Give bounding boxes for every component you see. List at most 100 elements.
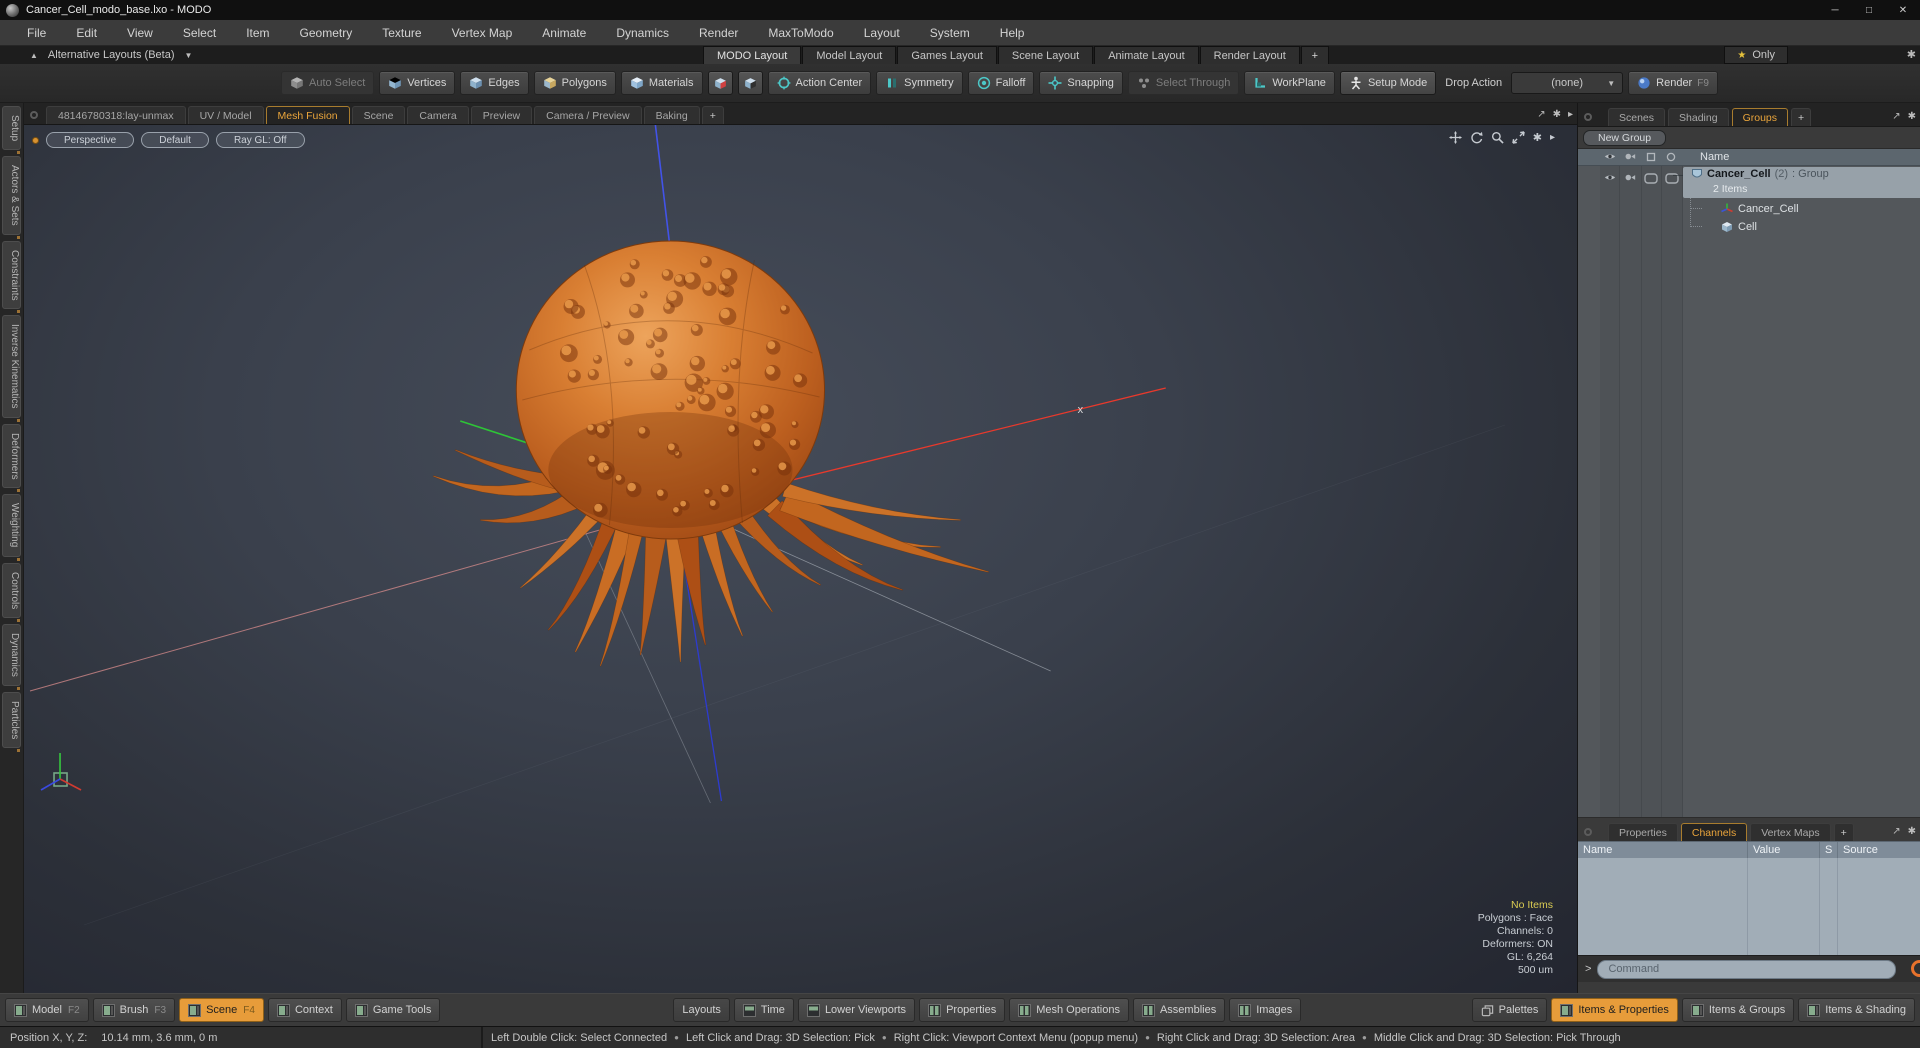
symmetry-button[interactable]: Symmetry — [876, 71, 963, 95]
materials-button[interactable]: Materials — [620, 71, 703, 95]
viewport-3d-canvas[interactable]: x Perspective Default Ray GL: Off ✱ ▸ No… — [24, 125, 1577, 993]
menu-edit[interactable]: Edit — [61, 26, 112, 40]
viewport-tab-preview[interactable]: Preview — [470, 106, 533, 124]
time-toggle-button[interactable]: Time — [733, 998, 794, 1022]
tab-scene-layout[interactable]: Scene Layout — [997, 46, 1094, 64]
minimize-button[interactable]: ─ — [1818, 0, 1852, 20]
drop-action-dropdown[interactable]: (none) ▼ — [1511, 72, 1624, 94]
viewport-menu-icon[interactable]: ▸ — [1550, 132, 1555, 143]
collapse-minus-icon[interactable]: — — [1673, 170, 1683, 181]
lower-viewports-toggle-button[interactable]: Lower Viewports — [797, 998, 916, 1022]
command-history-icon[interactable] — [1911, 960, 1920, 977]
snapping-button[interactable]: Snapping — [1039, 71, 1123, 95]
sidebar-tab-particles[interactable]: Particles — [2, 691, 21, 753]
menu-file[interactable]: File — [12, 26, 61, 40]
falloff-button[interactable]: Falloff — [967, 71, 1035, 95]
new-group-button[interactable]: New Group — [1583, 129, 1667, 146]
tab-games-layout[interactable]: Games Layout — [897, 46, 997, 64]
tab-groups[interactable]: Groups — [1731, 108, 1789, 126]
gear-icon[interactable]: ✱ — [1908, 826, 1916, 837]
projection-selector[interactable]: Perspective — [46, 132, 135, 148]
shading-selector[interactable]: Default — [141, 132, 209, 148]
column-header-name[interactable]: Name — [1578, 842, 1748, 858]
brush-toggle-button[interactable]: Brush F3 — [92, 998, 176, 1022]
viewport-tab-baking[interactable]: Baking — [643, 106, 700, 124]
channels-table-body[interactable] — [1578, 858, 1920, 955]
panel-widget-icon[interactable] — [1584, 828, 1592, 836]
setup-mode-button[interactable]: Setup Mode — [1339, 71, 1437, 95]
group-checkbox-1[interactable] — [1644, 173, 1658, 184]
panel-widget-icon[interactable] — [1584, 113, 1592, 121]
menu-maxtomodo[interactable]: MaxToModo — [753, 26, 848, 40]
viewport-tab-camera-preview[interactable]: Camera / Preview — [534, 106, 642, 124]
render-column-icon[interactable] — [1624, 152, 1636, 161]
sidebar-tab-weighting[interactable]: Weighting — [2, 494, 21, 562]
viewport-tab-camera[interactable]: Camera — [407, 106, 469, 124]
groups-tree[interactable]: — Cancer_Cell (2) : Group 2 Items Cancer… — [1578, 166, 1920, 817]
model-toggle-button[interactable]: Model F2 — [5, 998, 89, 1022]
group-render-icon[interactable] — [1624, 173, 1636, 182]
menu-view[interactable]: View — [112, 26, 168, 40]
assemblies-toggle-button[interactable]: Assemblies — [1132, 998, 1226, 1022]
mesh-operations-toggle-button[interactable]: Mesh Operations — [1009, 998, 1129, 1022]
selection-mode-toggle-2[interactable] — [737, 71, 763, 95]
sidebar-tab-dynamics[interactable]: Dynamics — [2, 624, 21, 690]
items-groups-button[interactable]: Items & Groups — [1681, 998, 1795, 1022]
rotate-icon[interactable] — [1470, 131, 1483, 144]
panel-menu-icon[interactable]: ▸ — [1568, 109, 1573, 120]
viewport-tab-mesh-fusion[interactable]: Mesh Fusion — [265, 106, 350, 124]
tab-properties[interactable]: Properties — [1608, 823, 1678, 841]
layout-gear-icon[interactable]: ✱ — [1907, 48, 1916, 61]
items-shading-button[interactable]: Items & Shading — [1798, 998, 1915, 1022]
tab-channels[interactable]: Channels — [1680, 823, 1748, 841]
context-toggle-button[interactable]: Context — [267, 998, 342, 1022]
tab-model-layout[interactable]: Model Layout — [802, 46, 897, 64]
only-toggle-button[interactable]: ★ Only — [1724, 46, 1788, 64]
menu-geometry[interactable]: Geometry — [285, 26, 368, 40]
render-button[interactable]: Render F9 — [1628, 71, 1718, 95]
sidebar-tab-actors-sets[interactable]: Actors & Sets — [2, 156, 21, 239]
alternative-layouts-menu[interactable]: ▲ Alternative Layouts (Beta) ▼ — [30, 46, 192, 64]
viewport-tab-uv-model[interactable]: UV / Model — [187, 106, 264, 124]
expand-icon[interactable]: ↗ — [1892, 111, 1900, 122]
group-row-cancer-cell[interactable]: — Cancer_Cell (2) : Group 2 Items — [1673, 167, 1920, 198]
add-panel-tab-button[interactable]: + — [1791, 108, 1812, 126]
group-visibility-eye-icon[interactable] — [1604, 173, 1616, 182]
close-button[interactable]: ✕ — [1886, 0, 1920, 20]
menu-animate[interactable]: Animate — [527, 26, 601, 40]
tab-render-layout[interactable]: Render Layout — [1199, 46, 1300, 64]
tab-shading[interactable]: Shading — [1668, 108, 1729, 126]
zoom-icon[interactable] — [1491, 131, 1504, 144]
sidebar-tab-constraints[interactable]: Constraints — [2, 240, 21, 313]
layouts-button[interactable]: Layouts — [673, 998, 730, 1022]
selection-mode-toggle-1[interactable] — [707, 71, 733, 95]
tab-scenes[interactable]: Scenes — [1608, 108, 1666, 126]
sidebar-tab-deformers[interactable]: Deformers — [2, 423, 21, 493]
images-toggle-button[interactable]: Images — [1229, 998, 1302, 1022]
viewport-gear-icon[interactable]: ✱ — [1533, 131, 1542, 144]
edges-button[interactable]: Edges — [460, 71, 529, 95]
game-tools-toggle-button[interactable]: Game Tools — [345, 998, 441, 1022]
expand-icon[interactable]: ↗ — [1892, 826, 1900, 837]
sphere-column-icon[interactable] — [1666, 152, 1676, 162]
menu-help[interactable]: Help — [985, 26, 1040, 40]
maximize-viewport-icon[interactable] — [1512, 131, 1525, 144]
menu-select[interactable]: Select — [168, 26, 231, 40]
column-header-source[interactable]: Source — [1838, 842, 1920, 858]
auto-select-button[interactable]: Auto Select — [281, 71, 375, 95]
sidebar-tab-controls[interactable]: Controls — [2, 562, 21, 623]
menu-dynamics[interactable]: Dynamics — [601, 26, 684, 40]
raygl-toggle[interactable]: Ray GL: Off — [215, 132, 305, 148]
column-header-s[interactable]: S — [1820, 842, 1838, 858]
menu-item[interactable]: Item — [231, 26, 284, 40]
gear-icon[interactable]: ✱ — [1908, 111, 1916, 122]
vertices-button[interactable]: Vertices — [379, 71, 456, 95]
tab-modo-layout[interactable]: MODO Layout — [703, 46, 802, 64]
column-header-value[interactable]: Value — [1748, 842, 1820, 858]
select-through-button[interactable]: Select Through — [1127, 71, 1240, 95]
menu-vertex-map[interactable]: Vertex Map — [437, 26, 528, 40]
palettes-button[interactable]: Palettes — [1471, 998, 1548, 1022]
sidebar-tab-setup[interactable]: Setup — [2, 106, 21, 155]
pan-icon[interactable] — [1449, 131, 1462, 144]
workplane-button[interactable]: WorkPlane — [1244, 71, 1335, 95]
